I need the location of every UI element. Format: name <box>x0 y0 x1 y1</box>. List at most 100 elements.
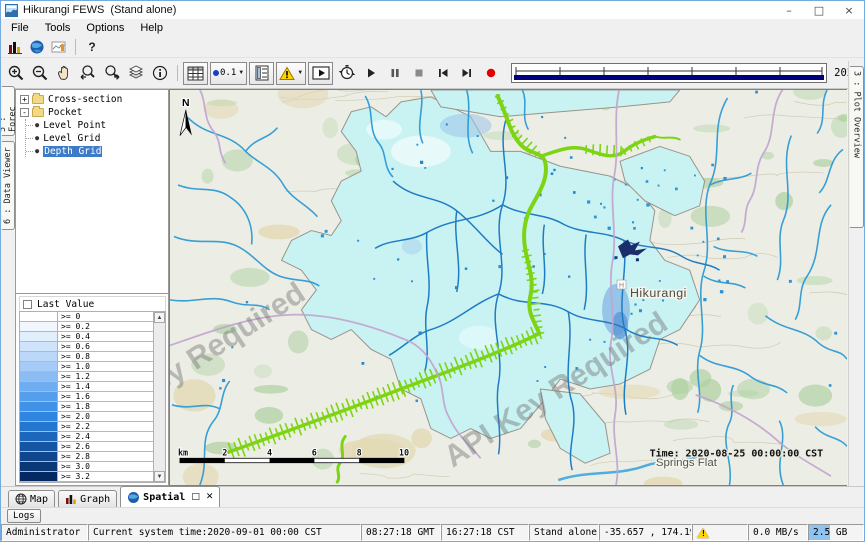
legend-row[interactable]: >= 0.2 <box>20 322 153 332</box>
tab-graph[interactable]: Graph <box>58 490 117 507</box>
tree-node-label[interactable]: Cross-section <box>48 94 122 105</box>
tree-node-level-grid[interactable]: ● Level Grid <box>26 132 168 144</box>
logs-button[interactable]: Logs <box>7 509 41 523</box>
scale-tick-label: 8 <box>357 447 362 457</box>
legend-row[interactable]: >= 2.0 <box>20 412 153 422</box>
zoom-out-button[interactable] <box>28 61 52 85</box>
help-button[interactable]: ? <box>81 37 103 57</box>
menu-file[interactable]: File <box>3 22 37 34</box>
legend-row[interactable]: >= 3.0 <box>20 462 153 472</box>
last-value-checkbox[interactable] <box>23 300 32 309</box>
legend-label: >= 1.0 <box>58 362 153 371</box>
legend-swatch <box>20 312 58 321</box>
legend-swatch <box>20 452 58 461</box>
close-button[interactable]: × <box>834 1 864 19</box>
legend-row[interactable]: >= 1.0 <box>20 362 153 372</box>
layers-button[interactable] <box>124 61 148 85</box>
maximize-button[interactable]: □ <box>804 1 834 19</box>
tree-node-label[interactable]: Level Point <box>43 120 106 131</box>
map-canvas[interactable]: H Hikurangi Springs Flat API Key Require… <box>170 90 847 485</box>
legend-row[interactable]: >= 0.6 <box>20 342 153 352</box>
tree-node-level-point[interactable]: ● Level Point <box>26 119 168 131</box>
tree-node-label[interactable]: Level Grid <box>43 133 100 144</box>
timestep-button[interactable] <box>335 61 359 85</box>
tree-connector <box>26 151 33 152</box>
wireframe-globe-icon <box>15 493 27 505</box>
time-slider[interactable] <box>511 63 827 83</box>
timeseries-display-button[interactable] <box>48 37 70 57</box>
bullet-icon: ● <box>35 147 39 155</box>
tab-forecast[interactable]: 5 : Forec <box>2 86 15 136</box>
tree-node-label-selected[interactable]: Depth Grid <box>43 146 102 157</box>
grid-toggle-button[interactable] <box>183 62 208 85</box>
expand-icon[interactable]: + <box>20 95 29 104</box>
legend-row[interactable]: >= 1.4 <box>20 382 153 392</box>
right-tab-strip: 3 : Plot Overview <box>848 61 864 486</box>
memory-label: 2.5 GB <box>813 527 847 538</box>
legend-row[interactable]: >= 0.4 <box>20 332 153 342</box>
animation-dialog-button[interactable] <box>308 62 333 85</box>
classbreaks-dropdown[interactable]: 0.1 ▼ <box>210 62 247 85</box>
tab-spatial[interactable]: Spatial □ ✕ <box>120 486 220 507</box>
menu-help[interactable]: Help <box>132 22 171 34</box>
skip-end-button[interactable] <box>455 61 479 85</box>
menu-options[interactable]: Options <box>78 22 132 34</box>
legend-row[interactable]: >= 1.6 <box>20 392 153 402</box>
stop-button[interactable] <box>407 61 431 85</box>
legend-label: >= 3.0 <box>58 462 153 471</box>
tree-node-depth-grid[interactable]: ● Depth Grid <box>26 145 168 157</box>
time-slider-range[interactable] <box>514 75 824 80</box>
zoom-previous-button[interactable] <box>76 61 100 85</box>
tab-data-viewer[interactable]: 6 : Data Viewer <box>2 141 15 230</box>
zoom-out-icon <box>31 64 49 82</box>
legend-row[interactable]: >= 2.6 <box>20 442 153 452</box>
scroll-up-icon[interactable]: ▲ <box>154 312 165 323</box>
pause-button[interactable] <box>383 61 407 85</box>
bullet-icon: ● <box>35 134 39 142</box>
scroll-down-icon[interactable]: ▼ <box>154 471 165 482</box>
legend-row[interactable]: >= 0 <box>20 312 153 322</box>
thresholds-dropdown[interactable]: ▼ <box>276 62 306 85</box>
legend-row[interactable]: >= 0.8 <box>20 352 153 362</box>
tree-node-pocket[interactable]: - Pocket <box>20 106 168 118</box>
tree-node-cross-section[interactable]: + Cross-section <box>20 93 168 105</box>
app-window: Hikurangi FEWS (Stand alone) – □ × File … <box>0 0 865 542</box>
minimize-button[interactable]: – <box>774 1 804 19</box>
data-display-button[interactable] <box>4 37 26 57</box>
zoom-in-button[interactable] <box>4 61 28 85</box>
map-time-label: Time: 2020-08-25 00:00:00 CST <box>650 447 823 459</box>
tab-plot-overview[interactable]: 3 : Plot Overview <box>850 66 864 228</box>
legend-row[interactable]: >= 3.2 <box>20 472 153 482</box>
folder-icon <box>32 108 44 117</box>
status-warning-cell[interactable] <box>692 524 748 541</box>
legend-scrollbar[interactable]: ▲ ▼ <box>153 312 165 482</box>
legend-row[interactable]: >= 2.2 <box>20 422 153 432</box>
map-view[interactable]: H Hikurangi Springs Flat API Key Require… <box>169 89 847 486</box>
menu-bar: File Tools Options Help <box>1 19 864 36</box>
tab-close-icon[interactable]: ✕ <box>206 492 214 502</box>
record-button[interactable] <box>479 61 503 85</box>
spatial-display-button[interactable] <box>26 37 48 57</box>
info-button[interactable] <box>148 61 172 85</box>
play-button[interactable] <box>359 61 383 85</box>
collapse-icon[interactable]: - <box>20 108 29 117</box>
legend-swatch <box>20 432 58 441</box>
legend-toggle-button[interactable] <box>249 62 274 85</box>
bullet-icon: ● <box>35 121 39 129</box>
skip-start-button[interactable] <box>431 61 455 85</box>
legend-row[interactable]: >= 1.2 <box>20 372 153 382</box>
logs-row: Logs <box>1 507 864 524</box>
legend-label: >= 0.2 <box>58 322 153 331</box>
scale-bar-segment <box>270 458 315 462</box>
tab-restore-icon[interactable]: □ <box>191 492 200 502</box>
legend-label: >= 1.8 <box>58 402 153 411</box>
legend-row[interactable]: >= 1.8 <box>20 402 153 412</box>
pan-button[interactable] <box>52 61 76 85</box>
zoom-next-button[interactable] <box>100 61 124 85</box>
folder-icon <box>32 95 44 104</box>
tab-map[interactable]: Map <box>8 490 55 507</box>
menu-tools[interactable]: Tools <box>37 22 79 34</box>
legend-row[interactable]: >= 2.4 <box>20 432 153 442</box>
tree-node-label[interactable]: Pocket <box>48 107 82 118</box>
legend-row[interactable]: >= 2.8 <box>20 452 153 462</box>
